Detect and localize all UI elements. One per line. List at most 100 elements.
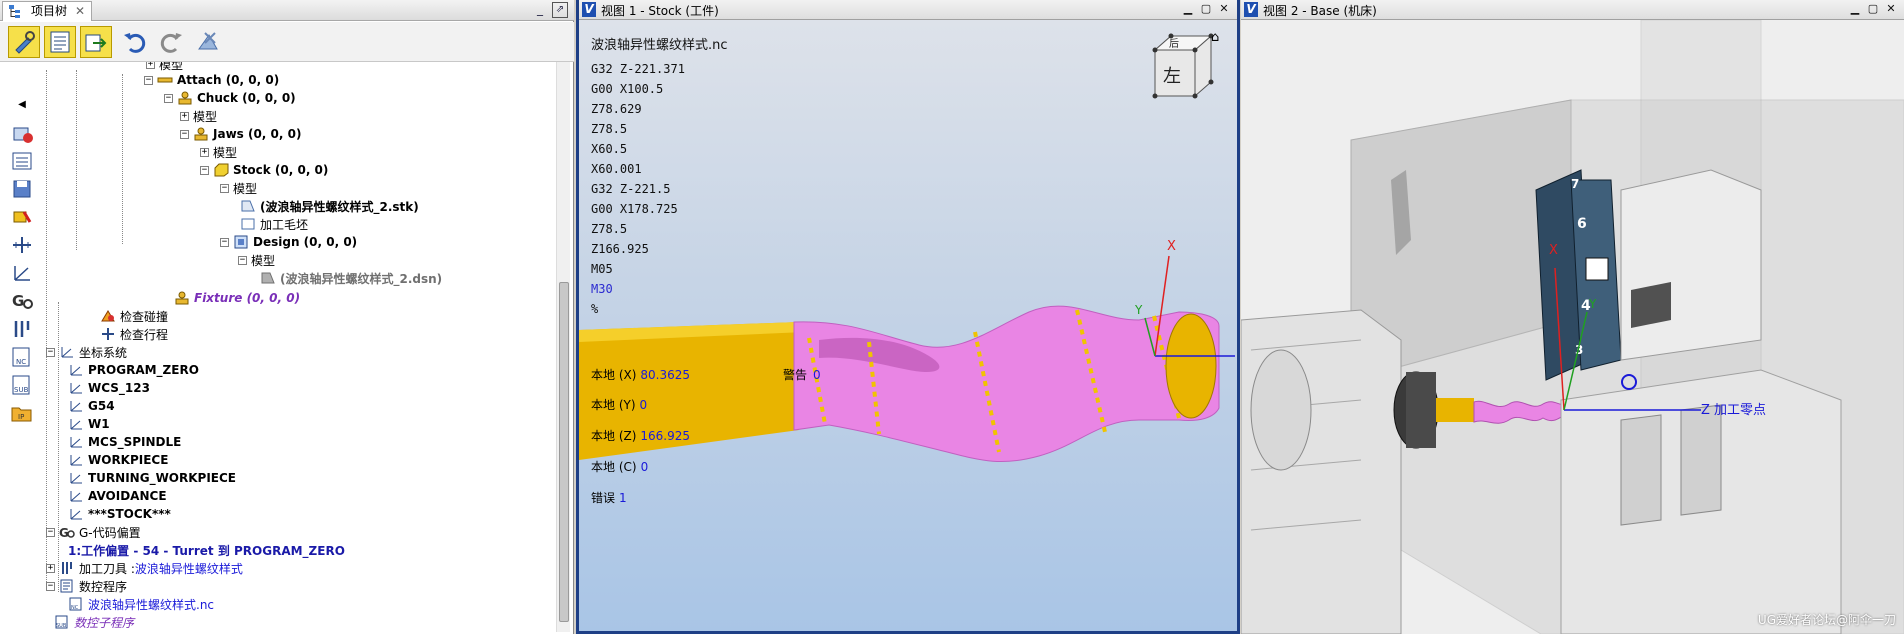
gcode-line: G32 Z-221.5 (591, 182, 671, 196)
configure-component-button[interactable] (8, 26, 40, 58)
tree-node-check-travel[interactable]: 检查行程 (100, 326, 168, 342)
tree-node-model[interactable]: − 模型 (220, 180, 257, 196)
viewport2-titlebar: V 视图 2 - Base (机床) ▁ ▢ ✕ (1241, 0, 1904, 20)
nc-program-button[interactable]: NC (6, 344, 38, 370)
add-component-button[interactable] (6, 120, 38, 146)
tree-node-g54[interactable]: G54 (68, 398, 115, 414)
close-icon[interactable]: ✕ (75, 2, 85, 21)
properties-button[interactable] (44, 26, 76, 58)
tree-node-model[interactable]: + 模型 (180, 108, 217, 124)
list-button[interactable] (6, 148, 38, 174)
local-y-readout: 本地 (Y) 0 (591, 398, 648, 412)
minimize-icon[interactable]: ▁ (1848, 2, 1862, 16)
gcode-line: M30 (591, 282, 613, 296)
maximize-icon[interactable]: ▢ (1199, 2, 1213, 16)
collapse-icon[interactable]: − (238, 255, 247, 265)
tree-node-machining-blank[interactable]: 加工毛坯 (240, 216, 308, 232)
save-button[interactable] (6, 176, 38, 202)
scrollbar-thumb[interactable] (559, 282, 569, 622)
tree-node-wcs-123[interactable]: WCS_123 (68, 380, 150, 396)
delete-button[interactable] (192, 26, 224, 58)
viewport-stock[interactable]: V 视图 1 - Stock (工件) ▁ ▢ ✕ X Y 波浪轴异性螺纹样式.… (576, 0, 1240, 634)
tree-node-model[interactable]: + 模型 (146, 62, 183, 72)
tree-node-nc-file[interactable]: NC 波浪轴异性螺纹样式.nc (68, 596, 214, 612)
tree-node-stk-file[interactable]: (波浪轴异性螺纹样式_2.stk) (240, 198, 419, 214)
export-icon (85, 34, 107, 52)
tree-node-turning-workpiece[interactable]: TURNING_WORKPIECE (68, 470, 236, 486)
redo-button[interactable] (156, 26, 188, 58)
export-button[interactable] (80, 26, 112, 58)
viewcube-top-label: 后 (1169, 38, 1179, 50)
minimize-icon[interactable]: ▁ (1181, 2, 1195, 16)
blank-icon (241, 218, 255, 230)
close-icon[interactable]: ✕ (1217, 2, 1231, 16)
collapse-icon[interactable]: − (220, 237, 229, 247)
tree-node-coordinate-systems[interactable]: − 坐标系统 (46, 344, 127, 360)
tree-node-model[interactable]: − 模型 (238, 252, 275, 268)
tab-label: 项目树 (31, 4, 68, 18)
tree-node-work-offset[interactable]: 1:工作偏置 - 54 - Turret 到 PROGRAM_ZERO (68, 542, 345, 558)
collapse-icon[interactable]: − (46, 581, 55, 591)
tree-node-jaws[interactable]: − Jaws (0, 0, 0) (180, 126, 301, 142)
collapse-icon[interactable]: − (164, 93, 173, 103)
tree-node-mcs-spindle[interactable]: MCS_SPINDLE (68, 434, 181, 450)
g-code-button[interactable]: G (6, 288, 38, 314)
tree-node-stock[interactable]: − Stock (0, 0, 0) (200, 162, 328, 178)
ip-button[interactable]: IP (6, 400, 38, 426)
collapse-icon[interactable]: − (144, 75, 153, 85)
tree-node-dsn-file[interactable]: (波浪轴异性螺纹样式_2.dsn) (260, 270, 442, 286)
tree-node-nc-programs[interactable]: − 数控程序 (46, 578, 127, 594)
collapse-rail-icon[interactable]: ◀ (6, 96, 38, 112)
tree-node-chuck[interactable]: − Chuck (0, 0, 0) (164, 90, 296, 106)
expand-icon[interactable]: + (46, 563, 55, 573)
maximize-icon[interactable]: ⇗ (552, 2, 568, 18)
color-button[interactable] (6, 204, 38, 230)
gcode-listing: 波浪轴异性螺纹样式.nc G32 Z-221.371 G00 X100.5 Z78.… (591, 34, 728, 319)
viewport-machine[interactable]: V 视图 2 - Base (机床) ▁ ▢ ✕ 6 4 7 3 X Y Z 加… (1241, 0, 1904, 634)
tool-button[interactable] (6, 316, 38, 342)
tree-node-check-collision[interactable]: 检查碰撞 (100, 308, 168, 324)
collapse-icon[interactable]: − (200, 165, 209, 175)
tree-node-fixture[interactable]: Fixture (0, 0, 0) (174, 290, 300, 306)
tree-node-design[interactable]: − Design (0, 0, 0) (220, 234, 357, 250)
undo-button[interactable] (118, 26, 150, 58)
tree-scrollbar[interactable] (556, 62, 570, 632)
tree-node-model[interactable]: + 模型 (200, 144, 237, 160)
close-icon[interactable]: ✕ (1884, 2, 1898, 16)
tree-node-workpiece[interactable]: WORKPIECE (68, 452, 168, 468)
tab-project-tree[interactable]: 项目树 ✕ (2, 1, 93, 21)
gcode-line: Z166.925 (591, 242, 649, 256)
tree-tabbar: 项目树 ✕ _ ⇗ (0, 0, 574, 21)
spindle-housing (1250, 349, 1312, 471)
project-tree-icon (9, 5, 20, 18)
minimize-icon[interactable]: _ (532, 2, 548, 18)
tree-node-attach[interactable]: − Attach (0, 0, 0) (144, 72, 279, 88)
home-icon[interactable]: ⌂ (1211, 30, 1219, 45)
tree-node-avoidance[interactable]: AVOIDANCE (68, 488, 167, 504)
expand-icon[interactable]: + (180, 111, 189, 121)
tree-node-stock-cs[interactable]: ***STOCK*** (68, 506, 171, 522)
tree-node-tooling[interactable]: + 加工刀具 : 波浪轴异性螺纹样式 (46, 560, 243, 576)
app-root: 项目树 ✕ _ ⇗ ◀ G NC SUB IP + 模型 − Attach (0… (0, 0, 1904, 634)
nc-file-name: 波浪轴异性螺纹样式.nc (591, 38, 728, 53)
tree-node-w1[interactable]: W1 (68, 416, 110, 432)
coordinate-system-icon (70, 509, 82, 520)
wrench-pencil-icon (15, 31, 35, 54)
tree-node-program-zero[interactable]: PROGRAM_ZERO (68, 362, 199, 378)
maximize-icon[interactable]: ▢ (1866, 2, 1880, 16)
collapse-icon[interactable]: − (46, 347, 55, 357)
collapse-icon[interactable]: − (220, 183, 229, 193)
axis-button[interactable] (6, 232, 38, 258)
sub-program-icon: SUB (55, 615, 68, 629)
tree-node-g-code-offsets[interactable]: − G G-代码偏置 (46, 524, 141, 540)
expand-icon[interactable]: + (146, 62, 155, 69)
collapse-icon[interactable]: − (180, 129, 189, 139)
tree-node-subprograms[interactable]: SUB 数控子程序 (54, 614, 134, 630)
expand-icon[interactable]: + (200, 147, 209, 157)
coordinate-system-button[interactable] (6, 260, 38, 286)
sub-program-button[interactable]: SUB (6, 372, 38, 398)
gcode-line: G32 Z-221.371 (591, 62, 685, 76)
svg-text:SUB: SUB (14, 386, 29, 394)
collapse-icon[interactable]: − (46, 527, 55, 537)
coordinate-system-icon (70, 491, 82, 502)
